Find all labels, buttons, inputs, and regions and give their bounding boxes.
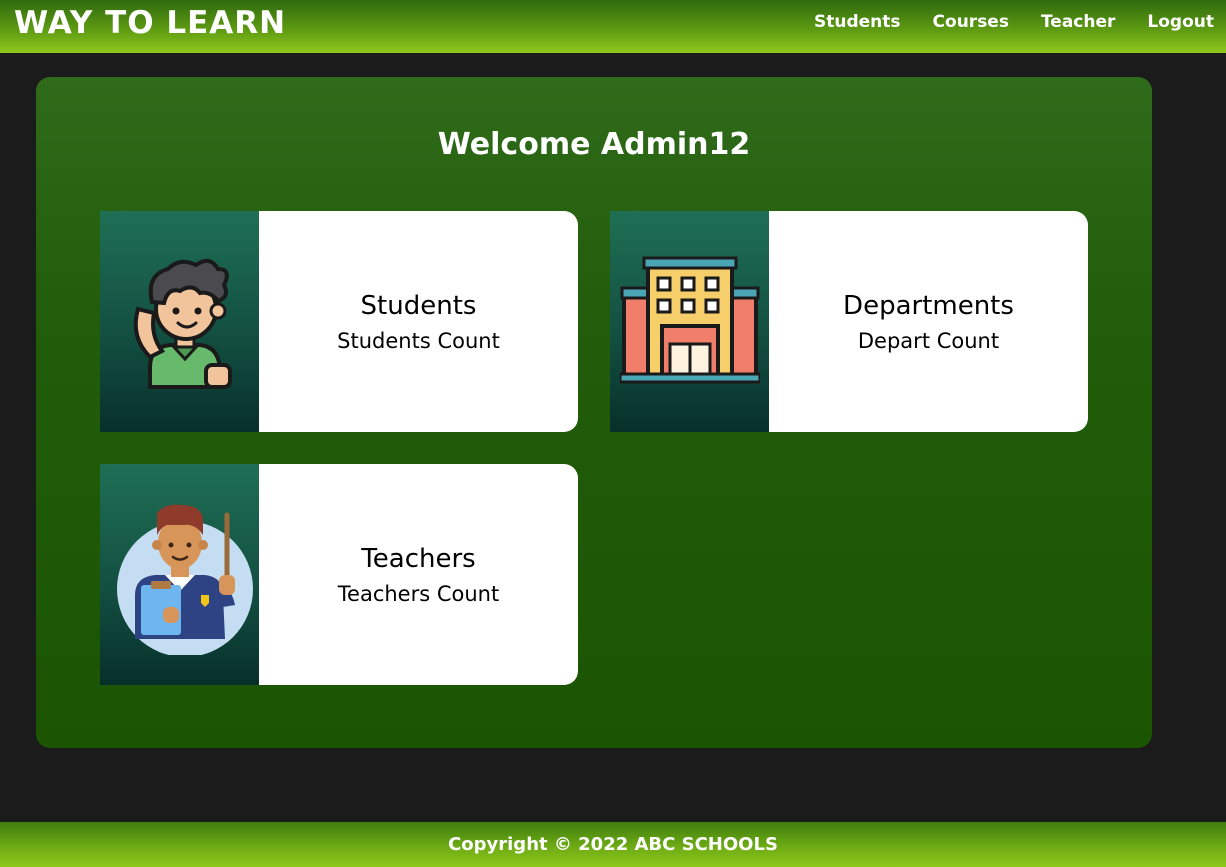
nav-link-logout[interactable]: Logout xyxy=(1147,12,1214,32)
teachers-card-body: Teachers Teachers Count xyxy=(259,464,578,685)
top-navbar: WAY TO LEARN Students Courses Teacher Lo… xyxy=(0,0,1226,53)
departments-card-body: Departments Depart Count xyxy=(769,211,1088,432)
departments-card[interactable]: Departments Depart Count xyxy=(610,211,1088,432)
departments-card-title: Departments xyxy=(843,290,1014,321)
nav-link-teacher[interactable]: Teacher xyxy=(1041,12,1115,32)
departments-card-image xyxy=(610,211,769,432)
teachers-card-count: Teachers Count xyxy=(337,581,500,606)
students-card-title: Students xyxy=(360,290,477,321)
teachers-card[interactable]: Teachers Teachers Count xyxy=(100,464,578,685)
brand-logo[interactable]: WAY TO LEARN xyxy=(14,5,286,41)
footer: Copyright © 2022 ABC SCHOOLS xyxy=(0,822,1226,867)
building-icon xyxy=(619,256,760,383)
teacher-icon xyxy=(116,504,253,655)
copyright-text: Copyright © 2022 ABC SCHOOLS xyxy=(448,834,778,855)
nav-link-students[interactable]: Students xyxy=(814,12,901,32)
student-icon xyxy=(133,258,232,389)
dashboard-panel: Welcome Admin12 Students Students Count … xyxy=(36,77,1152,748)
students-card-image xyxy=(100,211,259,432)
welcome-heading: Welcome Admin12 xyxy=(437,127,751,162)
students-card[interactable]: Students Students Count xyxy=(100,211,578,432)
teachers-card-title: Teachers xyxy=(361,543,476,574)
departments-card-count: Depart Count xyxy=(857,328,1000,353)
teachers-card-image xyxy=(100,464,259,685)
students-card-count: Students Count xyxy=(337,328,500,353)
nav-links: Students Courses Teacher Logout xyxy=(814,12,1214,32)
nav-link-courses[interactable]: Courses xyxy=(933,12,1009,32)
students-card-body: Students Students Count xyxy=(259,211,578,432)
